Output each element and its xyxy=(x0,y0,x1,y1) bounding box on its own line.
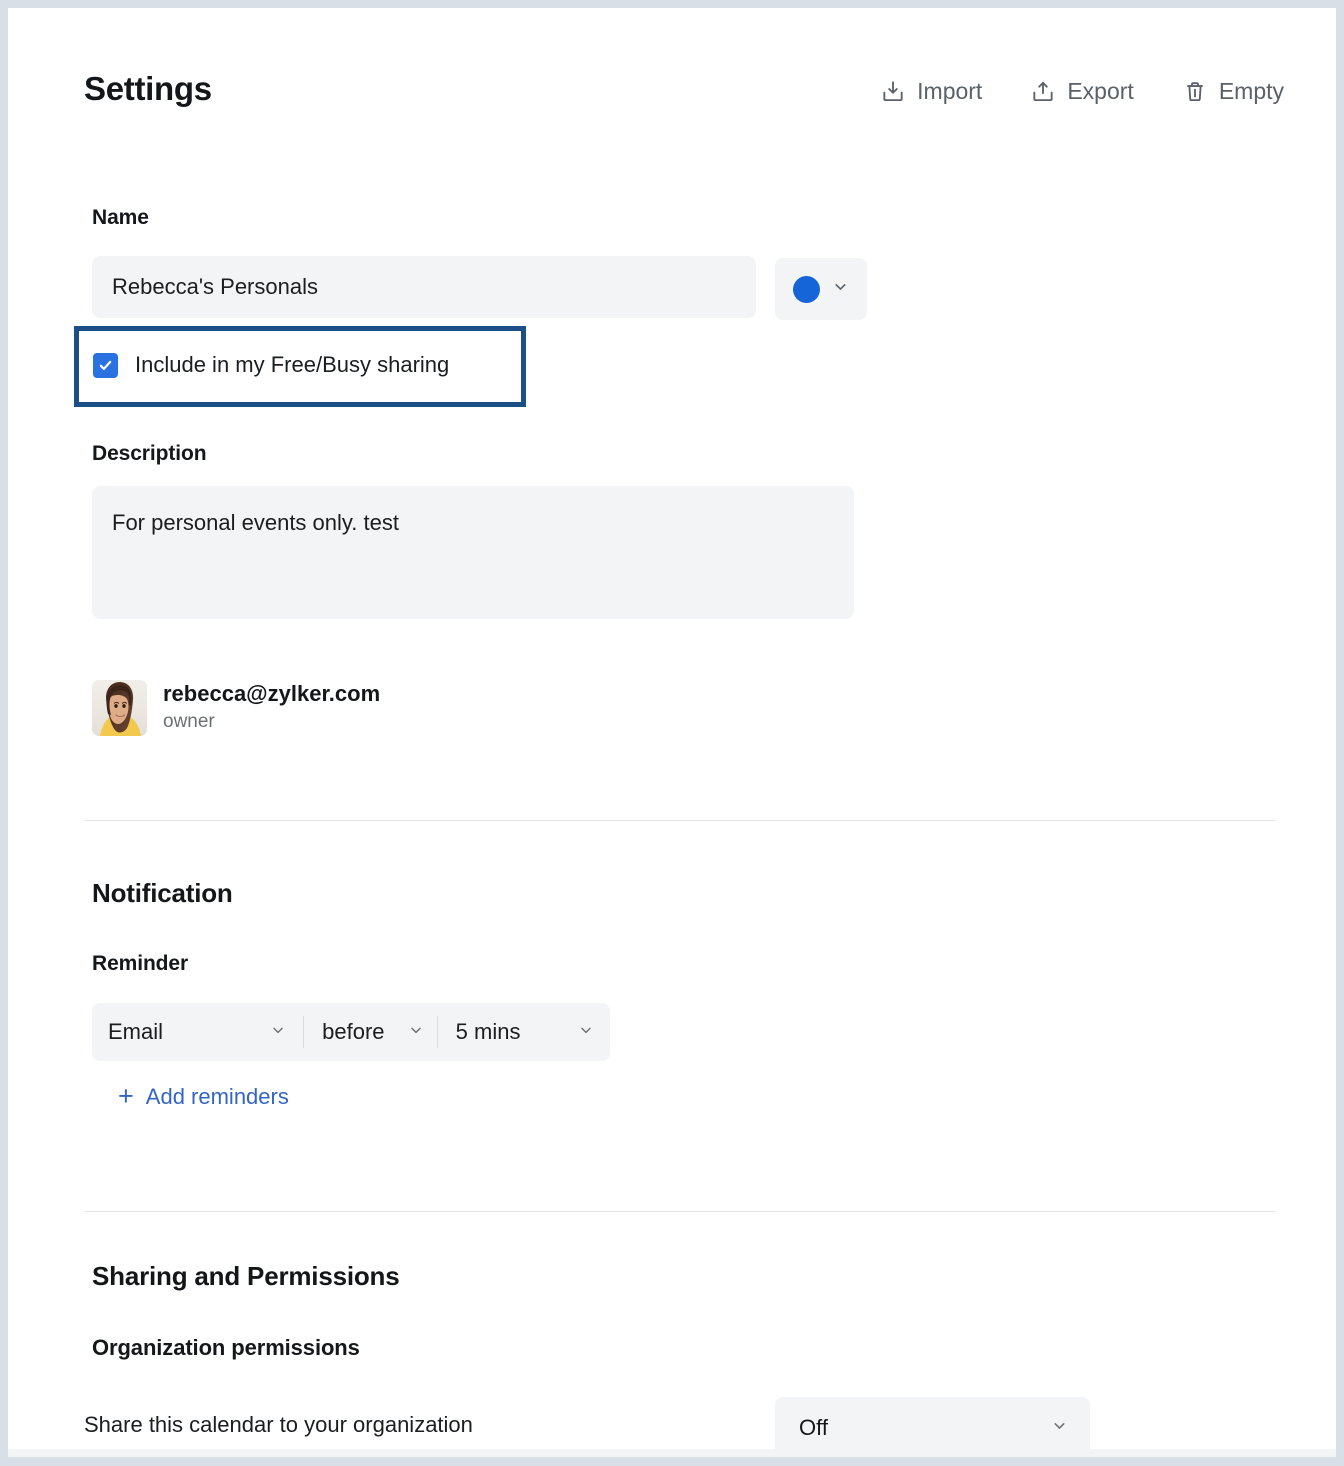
description-label: Description xyxy=(92,442,207,465)
reminder-method-dropdown[interactable]: Email xyxy=(92,1003,303,1061)
page-title: Settings xyxy=(84,70,212,107)
divider-notification xyxy=(84,820,1276,821)
avatar xyxy=(92,680,147,736)
chevron-down-icon xyxy=(270,1022,286,1043)
org-permissions-label: Organization permissions xyxy=(92,1335,360,1360)
name-input[interactable] xyxy=(92,256,756,318)
chevron-down-icon xyxy=(832,278,849,300)
chevron-down-icon xyxy=(578,1022,594,1043)
reminder-offset-value: 5 mins xyxy=(455,1019,521,1044)
export-label: Export xyxy=(1067,78,1134,104)
import-label: Import xyxy=(917,78,983,104)
reminder-timing-value: before xyxy=(322,1019,385,1044)
reminder-timing-dropdown[interactable]: before xyxy=(304,1003,437,1061)
owner-email: rebecca@zylker.com xyxy=(163,680,381,706)
page-frame: Settings Import Export Empty Name Rebecc… xyxy=(0,0,1344,1466)
import-icon xyxy=(880,79,906,105)
name-label: Name xyxy=(92,206,149,229)
share-calendar-label: Share this calendar to your organization xyxy=(84,1412,473,1437)
freebusy-checkbox[interactable] xyxy=(93,352,118,378)
import-button[interactable]: Import xyxy=(878,76,984,107)
share-calendar-value: Off xyxy=(799,1415,828,1440)
empty-label: Empty xyxy=(1218,78,1284,104)
notification-section-title: Notification xyxy=(92,878,233,908)
trash-icon xyxy=(1182,79,1208,105)
freebusy-label: Include in my Free/Busy sharing xyxy=(135,352,450,377)
header: Settings Import Export Empty xyxy=(8,8,1336,148)
divider-sharing xyxy=(84,1211,1276,1212)
export-button[interactable]: Export xyxy=(1028,76,1135,107)
color-swatch xyxy=(793,275,820,303)
freebusy-checkbox-row[interactable]: Include in my Free/Busy sharing xyxy=(93,352,449,378)
empty-button[interactable]: Empty xyxy=(1180,76,1286,107)
reminder-method-value: Email xyxy=(108,1019,164,1044)
sharing-section-title: Sharing and Permissions xyxy=(92,1261,400,1291)
reminder-label: Reminder xyxy=(92,952,189,975)
chevron-down-icon xyxy=(1051,1417,1068,1439)
owner-role: owner xyxy=(163,711,215,733)
add-reminders-label: Add reminders xyxy=(145,1083,289,1109)
share-calendar-dropdown[interactable]: Off xyxy=(775,1397,1090,1457)
description-textarea[interactable]: For personal events only. test xyxy=(92,486,854,619)
calendar-color-dropdown[interactable] xyxy=(775,258,867,320)
owner-row: rebecca@zylker.com owner xyxy=(92,680,380,736)
add-reminders-button[interactable]: + Add reminders xyxy=(118,1083,289,1110)
owner-info: rebecca@zylker.com owner xyxy=(163,681,380,735)
export-icon xyxy=(1030,79,1056,105)
card-bottom-strip xyxy=(8,1449,1336,1457)
chevron-down-icon xyxy=(408,1022,424,1043)
reminder-offset-dropdown[interactable]: 5 mins xyxy=(438,1003,610,1061)
header-actions: Import Export Empty xyxy=(878,76,1286,107)
reminder-row: Email before 5 mins xyxy=(92,1003,610,1061)
plus-icon: + xyxy=(118,1081,134,1111)
settings-card: Settings Import Export Empty Name Rebecc… xyxy=(8,8,1336,1457)
